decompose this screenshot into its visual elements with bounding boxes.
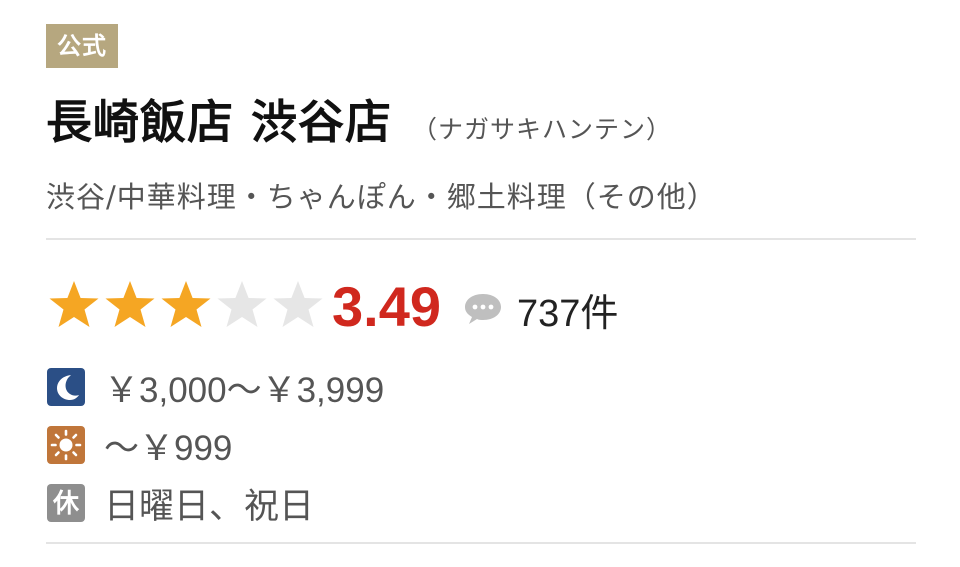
moon-icon	[47, 368, 85, 406]
holiday-icon: 休	[47, 484, 85, 522]
review-count[interactable]: 737件	[517, 282, 618, 337]
info-list: ￥3,000～￥3,999 ～￥999 休 日曜日、祝日	[46, 358, 916, 532]
official-badge: 公式	[46, 24, 118, 68]
area-genre: 渋谷/中華料理・ちゃんぽん・郷土料理（その他）	[46, 180, 717, 214]
dinner-budget-row: ￥3,000～￥3,999	[46, 358, 916, 416]
sun-icon	[47, 426, 85, 464]
star-filled-icon	[105, 281, 155, 327]
lunch-budget-row: ～￥999	[46, 416, 916, 474]
rating-row: 3.49 737件	[46, 266, 916, 346]
star-filled-shape	[161, 281, 211, 327]
star-empty-icon	[273, 281, 323, 327]
holidays: 日曜日、祝日	[104, 486, 315, 526]
restaurant-name[interactable]: 長崎飯店 渋谷店	[46, 86, 392, 152]
divider	[46, 238, 916, 240]
restaurant-reading: （ナガサキハンテン）	[412, 115, 673, 144]
holiday-icon-label: 休	[52, 489, 80, 519]
rating-score: 3.49	[332, 274, 441, 338]
restaurant-header: 公式 長崎飯店 渋谷店 （ナガサキハンテン） 渋谷/中華料理・ちゃんぽん・郷土料…	[46, 24, 916, 544]
star-filled-shape	[105, 281, 155, 327]
star-empty-shape	[217, 281, 267, 327]
speech-bubble-icon	[465, 294, 501, 324]
star-empty-shape	[273, 281, 323, 327]
divider	[46, 542, 916, 544]
holiday-row: 休 日曜日、祝日	[46, 474, 916, 532]
title-row: 長崎飯店 渋谷店 （ナガサキハンテン）	[46, 86, 916, 152]
star-empty-icon	[217, 281, 267, 327]
star-filled-icon	[161, 281, 211, 327]
star-filled-shape	[49, 281, 99, 327]
star-rating	[46, 278, 326, 334]
dinner-price: ￥3,000～￥3,999	[104, 370, 385, 410]
star-filled-icon	[49, 281, 99, 327]
lunch-price: ～￥999	[104, 428, 233, 468]
